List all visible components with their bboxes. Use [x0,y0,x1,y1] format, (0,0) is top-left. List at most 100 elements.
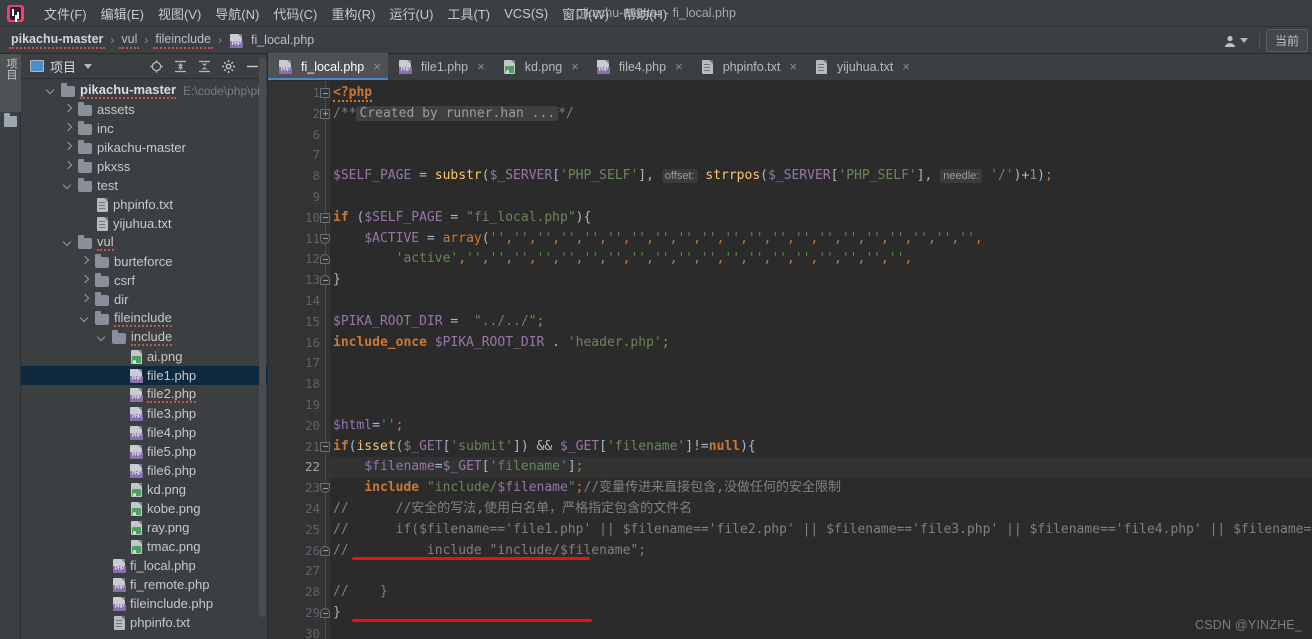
menu-help[interactable]: 帮助(H) [616,1,674,26]
tree-node-ray-png[interactable]: ray.png [21,518,267,537]
tree-node-inc[interactable]: inc [21,119,267,138]
code-line[interactable] [330,353,1312,374]
menu-file[interactable]: 文件(F) [37,1,94,26]
code-line[interactable]: 'active','','','','','','','','','','','… [330,249,1312,270]
tree-node-file4-php[interactable]: PHP file4.php [21,423,267,442]
menu-view[interactable]: 视图(V) [151,1,208,26]
code-line[interactable]: // if($filename=='file1.php' || $filenam… [330,520,1312,541]
chevron-right-icon[interactable] [63,123,74,134]
chevron-down-icon[interactable] [80,313,91,324]
collapse-all-icon[interactable] [197,59,212,74]
code-line[interactable]: include_once $PIKA_ROOT_DIR . 'header.ph… [330,333,1312,354]
chevron-down-icon[interactable] [63,237,74,248]
editor-tab-kd-png[interactable]: kd.png × [492,53,586,80]
menu-navigate[interactable]: 导航(N) [208,1,266,26]
close-icon[interactable]: × [373,60,381,73]
editor-tab-phpinfo-txt[interactable]: phpinfo.txt × [690,53,804,80]
menu-edit[interactable]: 编辑(E) [94,1,151,26]
tree-node-kd-png[interactable]: kd.png [21,480,267,499]
tree-node-fileinclude[interactable]: fileinclude [21,309,267,328]
project-tree-scrollbar[interactable] [259,57,266,617]
chevron-right-icon[interactable] [80,256,91,267]
breadcrumb-item-project[interactable]: pikachu-master [9,31,106,49]
editor-tab-file4-php[interactable]: PHP file4.php × [586,53,690,80]
close-icon[interactable]: × [571,60,579,73]
code-line[interactable]: $PIKA_ROOT_DIR = "../../"; [330,312,1312,333]
code-line[interactable]: } [330,270,1312,291]
tree-node-test[interactable]: test [21,176,267,195]
menu-refactor[interactable]: 重构(R) [324,1,382,26]
close-icon[interactable]: × [675,60,683,73]
menu-run[interactable]: 运行(U) [382,1,440,26]
expand-all-icon[interactable] [173,59,188,74]
tree-node-burteforce[interactable]: burteforce [21,252,267,271]
tree-node-ai-png[interactable]: ai.png [21,347,267,366]
tree-node-file5-php[interactable]: PHP file5.php [21,442,267,461]
chevron-down-icon[interactable] [97,332,108,343]
editor-tab-file1-php[interactable]: PHP file1.php × [388,53,492,80]
tree-node-dir[interactable]: dir [21,290,267,309]
code-line[interactable] [330,125,1312,146]
tree-node-include[interactable]: include [21,328,267,347]
menu-tools[interactable]: 工具(T) [440,1,497,26]
code-line[interactable] [330,395,1312,416]
tree-node-file3-php[interactable]: PHP file3.php [21,404,267,423]
tree-node-pkxss[interactable]: pkxss [21,157,267,176]
code-line[interactable]: $SELF_PAGE = substr($_SERVER['PHP_SELF']… [330,166,1312,187]
code-line[interactable]: // //安全的写法,使用白名单，严格指定包含的文件名 [330,499,1312,520]
code-line[interactable]: $filename=$_GET['filename']; [330,457,1312,479]
close-icon[interactable]: × [789,60,797,73]
code-line[interactable] [330,145,1312,166]
chevron-right-icon[interactable] [63,161,74,172]
chevron-down-icon[interactable] [46,85,57,96]
locate-icon[interactable] [149,59,164,74]
menu-window[interactable]: 窗口(W) [555,1,616,26]
breadcrumb-item-file[interactable]: PHP fi_local.php [227,32,316,49]
menu-vcs[interactable]: VCS(S) [497,3,555,24]
hide-panel-icon[interactable] [245,59,260,74]
tree-node-csrf[interactable]: csrf [21,271,267,290]
code-line[interactable] [330,291,1312,312]
tree-node-yijuhua-txt[interactable]: yijuhua.txt [21,214,267,233]
tree-node-phpinfo-txt[interactable]: phpinfo.txt [21,195,267,214]
user-avatar-button[interactable] [1218,32,1253,50]
chevron-down-icon[interactable] [84,63,93,69]
tree-node-vul[interactable]: vul [21,233,267,252]
code-editor[interactable]: 1 2 6 7 8 9 10 11 12 13 14 15 16 17 18 19 20 21 22 23 24 25 26… [268,81,1312,639]
editor-tab-fi-local-php[interactable]: PHP fi_local.php × [268,53,388,80]
code-line[interactable]: // } [330,582,1312,603]
tree-node-file1-php[interactable]: PHP file1.php [21,366,267,385]
breadcrumb-item-vul[interactable]: vul [119,31,140,49]
current-config-button[interactable]: 当前 [1265,29,1308,52]
chevron-right-icon[interactable] [63,142,74,153]
code-line[interactable] [330,374,1312,395]
code-line[interactable]: <?php [330,83,1312,104]
close-icon[interactable]: × [477,60,485,73]
breadcrumb-item-fileinclude[interactable]: fileinclude [153,31,213,49]
chevron-right-icon[interactable] [80,275,91,286]
code-line[interactable] [330,561,1312,582]
code-line[interactable]: if(isset($_GET['submit']) && $_GET['file… [330,437,1312,458]
tree-node-phpinfo-txt[interactable]: phpinfo.txt [21,613,267,632]
tree-node-pikachu-master[interactable]: pikachu-master E:\code\php\pikachu [21,81,267,100]
project-tree[interactable]: pikachu-master E:\code\php\pikachu assets i… [21,79,267,639]
tree-node-fi-remote-php[interactable]: PHP fi_remote.php [21,575,267,594]
tree-node-fileinclude-php[interactable]: PHP fileinclude.php [21,594,267,613]
editor-tab-yijuhua-txt[interactable]: yijuhua.txt × [804,53,917,80]
menu-code[interactable]: 代码(C) [266,1,324,26]
code-line[interactable] [330,187,1312,208]
chevron-down-icon[interactable] [63,180,74,191]
code-line[interactable]: /** Created by runner.han ... */ [330,104,1312,125]
code-line[interactable]: if ($SELF_PAGE = "fi_local.php"){ [330,208,1312,229]
code-content[interactable]: <?php/** Created by runner.han ... */ $SELF… [330,81,1312,639]
tree-node-tmac-png[interactable]: tmac.png [21,537,267,556]
chevron-right-icon[interactable] [63,104,74,115]
tree-node-kobe-png[interactable]: kobe.png [21,499,267,518]
tree-node-pikachu-master[interactable]: pikachu-master [21,138,267,157]
folder-icon[interactable] [4,113,17,127]
tree-node-file6-php[interactable]: PHP file6.php [21,461,267,480]
tree-node-assets[interactable]: assets [21,100,267,119]
tree-node-fi-local-php[interactable]: PHP fi_local.php [21,556,267,575]
code-line[interactable]: include "include/$filename";//变量传进来直接包含,… [330,478,1312,499]
chevron-right-icon[interactable] [80,294,91,305]
